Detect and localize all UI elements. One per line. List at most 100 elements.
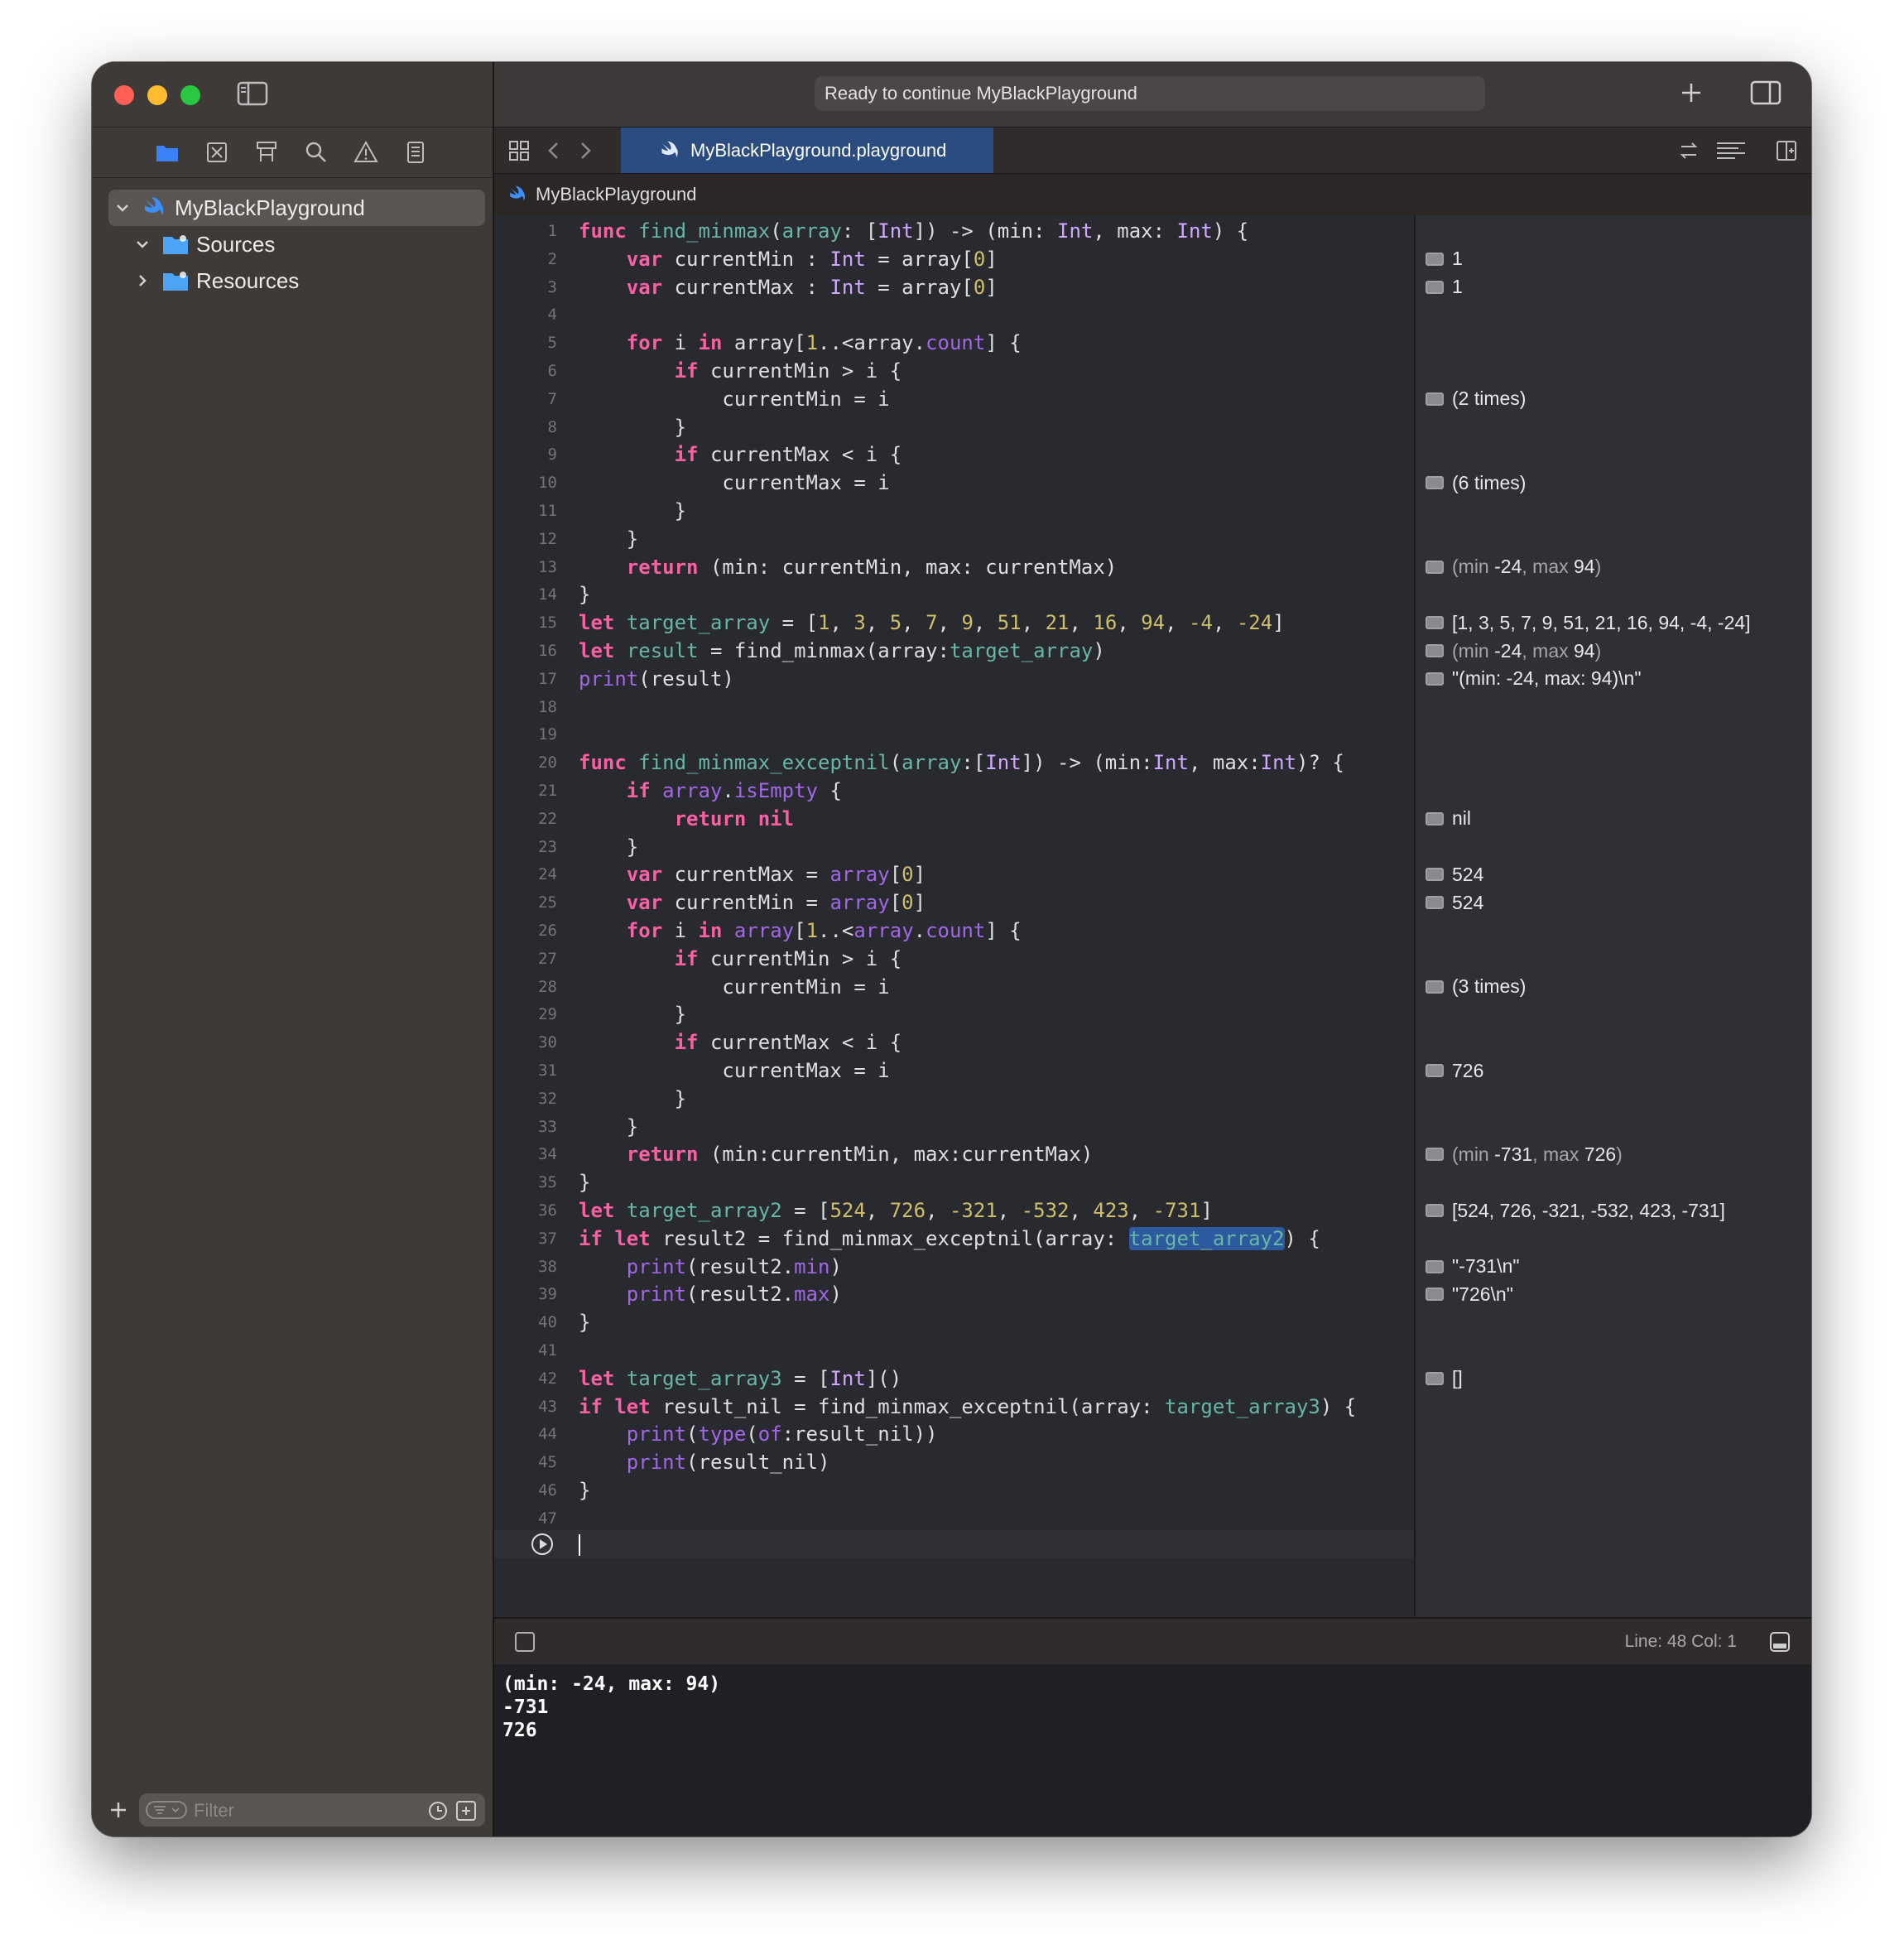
code-line[interactable]: 2 var currentMin : Int = array[0] [494, 245, 1414, 273]
result-value[interactable]: [524, 726, -321, -532, 423, -731] [1426, 1196, 1725, 1225]
code-line[interactable]: 21 if array.isEmpty { [494, 777, 1414, 805]
quick-look-icon[interactable] [1426, 392, 1444, 406]
result-value[interactable]: (6 times) [1426, 469, 1526, 497]
filter-input[interactable]: Filter [139, 1793, 485, 1827]
code-line[interactable]: 15 let target_array = [1, 3, 5, 7, 9, 51,… [494, 609, 1414, 637]
code-line[interactable]: 8 } [494, 413, 1414, 441]
source-control-filter-icon[interactable] [455, 1800, 477, 1822]
result-value[interactable]: (min -731, max 726) [1426, 1140, 1623, 1168]
code-line[interactable]: 6 if currentMin > i { [494, 357, 1414, 385]
hide-debug-area-icon[interactable] [1768, 1630, 1791, 1653]
result-value[interactable]: (min -24, max 94) [1426, 637, 1601, 665]
result-value[interactable]: [1, 3, 5, 7, 9, 51, 21, 16, 94, -4, -24] [1426, 609, 1751, 637]
quick-look-icon[interactable] [1426, 1204, 1444, 1217]
result-value[interactable]: 524 [1426, 860, 1483, 888]
quick-look-icon[interactable] [1426, 868, 1444, 882]
related-items-grid-icon[interactable] [507, 139, 531, 162]
editor-options-lines-icon[interactable] [1715, 139, 1747, 162]
quick-look-icon[interactable] [1426, 616, 1444, 630]
code-line[interactable]: 12 } [494, 525, 1414, 553]
code-line[interactable]: 10 currentMax = i [494, 469, 1414, 497]
result-value[interactable]: "(min: -24, max: 94)\n" [1426, 665, 1642, 693]
code-line[interactable]: 13 return (min: currentMin, max: current… [494, 553, 1414, 581]
code-line[interactable]: 7 currentMin = i [494, 385, 1414, 413]
result-value[interactable]: 1 [1426, 273, 1463, 301]
inspector-toggle-icon[interactable] [1750, 80, 1781, 105]
result-value[interactable]: 726 [1426, 1057, 1483, 1085]
breadcrumb-item[interactable]: MyBlackPlayground [536, 184, 696, 205]
code-line[interactable]: 36 let target_array2 = [524, 726, -321, -… [494, 1196, 1414, 1225]
code-line[interactable]: 35} [494, 1168, 1414, 1196]
recent-clock-icon[interactable] [427, 1800, 449, 1822]
issue-warning-icon[interactable] [353, 139, 379, 166]
quick-look-icon[interactable] [1426, 811, 1444, 825]
code-line[interactable]: 26 for i in array[1..<array.count] { [494, 917, 1414, 945]
quick-look-icon[interactable] [1426, 671, 1444, 686]
quick-look-icon[interactable] [1426, 476, 1444, 490]
quick-look-icon[interactable] [1426, 1371, 1444, 1385]
code-line[interactable]: 44 print(type(of:result_nil)) [494, 1420, 1414, 1448]
quick-look-icon[interactable] [1426, 252, 1444, 266]
code-line[interactable]: 27 if currentMin > i { [494, 945, 1414, 973]
minimize-window-button[interactable] [147, 85, 167, 105]
code-line[interactable]: 41 [494, 1336, 1414, 1365]
code-line[interactable]: 18 [494, 693, 1414, 721]
filter-options-icon[interactable] [146, 1800, 187, 1820]
result-value[interactable]: (min -24, max 94) [1426, 553, 1601, 581]
add-editor-icon[interactable] [1775, 139, 1798, 162]
report-navigator-icon[interactable] [402, 139, 429, 166]
code-line[interactable]: 47 [494, 1504, 1414, 1533]
swap-arrows-icon[interactable] [1677, 139, 1700, 162]
run-playground-icon[interactable] [531, 1533, 554, 1556]
result-value[interactable]: (3 times) [1426, 973, 1526, 1001]
code-line[interactable]: 11 } [494, 497, 1414, 525]
quick-look-icon[interactable] [1426, 1148, 1444, 1162]
code-line[interactable]: 3 var currentMax : Int = array[0] [494, 273, 1414, 301]
code-editor[interactable]: 1 func find_minmax(array: [Int]) -> (min:… [494, 215, 1414, 1617]
search-icon[interactable] [303, 139, 329, 166]
sidebar-toggle-icon[interactable] [237, 81, 268, 106]
code-line[interactable]: 38 print(result2.min) [494, 1253, 1414, 1281]
code-line[interactable]: 45 print(result_nil) [494, 1448, 1414, 1476]
chevron-down-icon[interactable] [112, 197, 133, 219]
code-line[interactable]: 4 [494, 301, 1414, 329]
quick-look-icon[interactable] [1426, 980, 1444, 994]
zoom-window-button[interactable] [180, 85, 200, 105]
result-value[interactable]: "726\n" [1426, 1280, 1513, 1308]
quick-look-icon[interactable] [1426, 1288, 1444, 1302]
code-line[interactable]: 22 return nil [494, 805, 1414, 833]
code-line[interactable]: 17 print(result) [494, 665, 1414, 693]
code-line[interactable]: 37 if let result2 = find_minmax_exceptnil… [494, 1225, 1414, 1253]
tab-playground[interactable]: MyBlackPlayground.playground [621, 128, 993, 174]
tree-item-sources[interactable]: Sources [132, 226, 275, 262]
quick-look-icon[interactable] [1426, 1064, 1444, 1077]
code-line[interactable]: 28 currentMin = i [494, 973, 1414, 1001]
tree-item-resources[interactable]: Resources [132, 262, 299, 299]
add-icon[interactable] [108, 1800, 128, 1820]
back-chevron-icon[interactable] [542, 139, 565, 162]
quick-look-icon[interactable] [1426, 560, 1444, 574]
code-line[interactable]: 32 } [494, 1085, 1414, 1113]
debug-area-toggle-checkbox[interactable] [515, 1632, 535, 1652]
source-control-icon[interactable] [204, 139, 230, 166]
code-line[interactable]: 20 func find_minmax_exceptnil(array:[Int]… [494, 748, 1414, 777]
code-line[interactable]: 25 var currentMin = array[0] [494, 888, 1414, 917]
code-line[interactable]: 9 if currentMax < i { [494, 440, 1414, 469]
result-value[interactable]: "-731\n" [1426, 1253, 1520, 1281]
result-value[interactable]: [] [1426, 1365, 1463, 1393]
quick-look-icon[interactable] [1426, 280, 1444, 294]
code-line[interactable]: 46} [494, 1476, 1414, 1504]
forward-chevron-icon[interactable] [574, 139, 597, 162]
quick-look-icon[interactable] [1426, 644, 1444, 657]
quick-look-icon[interactable] [1426, 896, 1444, 910]
code-line[interactable]: 30 if currentMax < i { [494, 1028, 1414, 1057]
code-line[interactable]: 5 for i in array[1..<array.count] { [494, 329, 1414, 357]
code-line[interactable]: 42 let target_array3 = [Int]() [494, 1365, 1414, 1393]
result-value[interactable]: nil [1426, 805, 1471, 833]
chevron-down-icon[interactable] [132, 233, 153, 255]
library-plus-icon[interactable] [1677, 79, 1705, 107]
code-line[interactable]: 33 } [494, 1113, 1414, 1141]
quick-look-icon[interactable] [1426, 1259, 1444, 1273]
code-line[interactable]: 14} [494, 580, 1414, 609]
code-line[interactable]: 40} [494, 1308, 1414, 1336]
